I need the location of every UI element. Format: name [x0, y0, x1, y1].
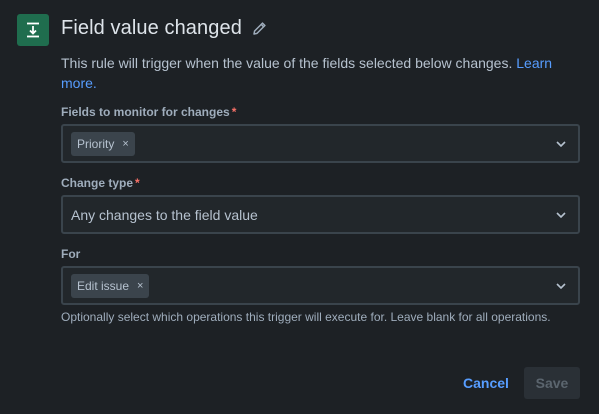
chevron-down-icon[interactable]	[556, 282, 566, 289]
operation-chip-edit-issue: Edit issue ×	[71, 273, 150, 298]
save-button[interactable]: Save	[524, 367, 580, 399]
fields-to-monitor-label-text: Fields to monitor for changes	[61, 105, 230, 119]
change-type-select[interactable]: Any changes to the field value	[61, 195, 580, 234]
rule-description: This rule will trigger when the value of…	[61, 53, 581, 93]
title-row: Field value changed	[61, 17, 268, 40]
fields-to-monitor-label: Fields to monitor for changes *	[61, 105, 236, 119]
chevron-down-icon[interactable]	[556, 211, 566, 218]
change-type-label: Change type *	[61, 176, 140, 190]
description-text: This rule will trigger when the value of…	[61, 55, 517, 71]
cancel-button[interactable]: Cancel	[456, 367, 516, 399]
chevron-down-icon[interactable]	[556, 140, 566, 147]
download-arrow-icon	[27, 22, 39, 38]
change-type-value: Any changes to the field value	[71, 206, 258, 223]
chip-remove-icon[interactable]: ×	[122, 138, 128, 150]
field-chip-priority: Priority ×	[71, 131, 135, 156]
page-title: Field value changed	[61, 17, 242, 39]
chip-remove-icon[interactable]: ×	[137, 280, 143, 292]
change-type-label-text: Change type	[61, 176, 134, 190]
chip-label: Edit issue	[77, 278, 130, 293]
for-operations-select[interactable]: Edit issue ×	[61, 266, 580, 305]
trigger-icon	[17, 14, 49, 46]
required-mark: *	[135, 176, 140, 190]
for-helper-text: Optionally select which operations this …	[61, 310, 551, 324]
for-label: For	[61, 247, 81, 261]
chip-label: Priority	[77, 136, 115, 151]
required-mark: *	[231, 105, 237, 119]
pencil-icon[interactable]	[251, 20, 268, 37]
fields-to-monitor-select[interactable]: Priority ×	[61, 124, 580, 163]
